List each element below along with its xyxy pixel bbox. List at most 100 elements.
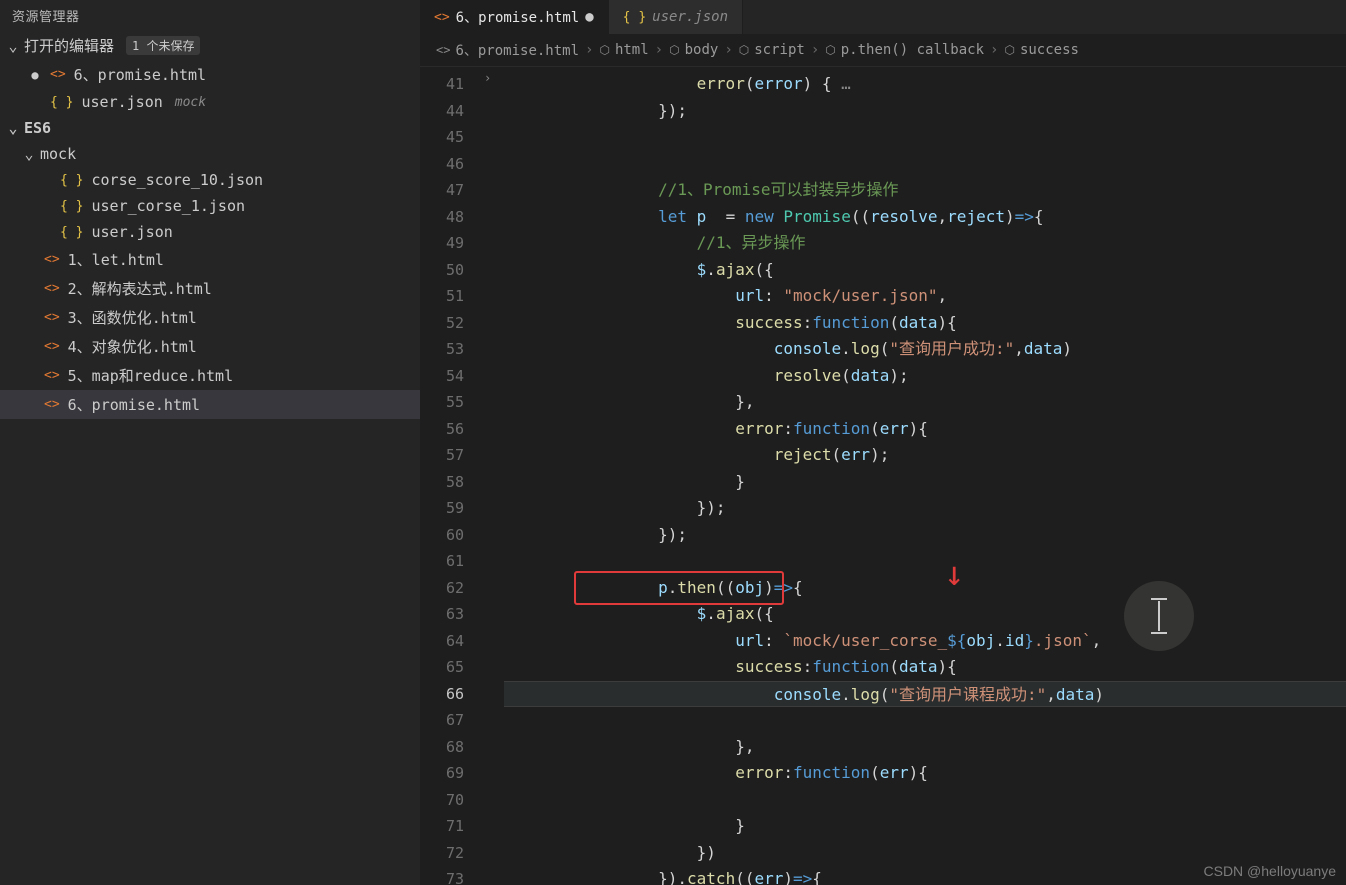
file-label: 6、promise.html [74, 64, 206, 85]
code-line[interactable]: //1、Promise可以封装异步操作 [504, 177, 1346, 204]
breadcrumb-item[interactable]: ⬡p.then() callback [825, 42, 984, 58]
code-line[interactable]: url: "mock/user.json", [504, 283, 1346, 310]
code-line[interactable]: resolve(data); [504, 363, 1346, 390]
line-number: 47 [420, 177, 484, 204]
file-item[interactable]: <>3、函数优化.html [0, 303, 420, 332]
breadcrumb-item[interactable]: ⬡html [599, 42, 648, 58]
fold-slot[interactable] [484, 628, 504, 655]
breadcrumbs[interactable]: <>6、promise.html›⬡html›⬡body›⬡script›⬡p.… [420, 34, 1346, 67]
file-item[interactable]: <>1、let.html [0, 245, 420, 274]
fold-slot[interactable] [484, 787, 504, 814]
code-line[interactable]: p.then((obj)=>{ [504, 575, 1346, 602]
fold-slot[interactable] [484, 124, 504, 151]
fold-slot[interactable] [484, 522, 504, 549]
fold-slot[interactable] [484, 866, 504, 885]
fold-slot[interactable] [484, 654, 504, 681]
code-line[interactable]: console.log("查询用户成功:",data) [504, 336, 1346, 363]
code-line[interactable]: $.ajax({ [504, 257, 1346, 284]
fold-slot[interactable] [484, 363, 504, 390]
editor-tab[interactable]: <>6、promise.html● [420, 0, 609, 34]
code-line[interactable] [504, 548, 1346, 575]
fold-slot[interactable] [484, 601, 504, 628]
code-line[interactable]: }); [504, 522, 1346, 549]
html-icon: <> [44, 397, 60, 412]
file-label: 1、let.html [68, 249, 164, 270]
fold-slot[interactable] [484, 840, 504, 867]
chevron-right-icon: › [722, 42, 734, 58]
fold-slot[interactable] [484, 257, 504, 284]
code-line[interactable]: } [504, 813, 1346, 840]
fold-slot[interactable] [484, 813, 504, 840]
file-item[interactable]: <>6、promise.html [0, 390, 420, 419]
code-line[interactable]: success:function(data){ [504, 654, 1346, 681]
code-line[interactable]: }, [504, 389, 1346, 416]
fold-slot[interactable] [484, 151, 504, 178]
fold-slot[interactable] [484, 230, 504, 257]
code-line[interactable]: error:function(err){ [504, 760, 1346, 787]
code-line[interactable]: } [504, 469, 1346, 496]
fold-slot[interactable] [484, 389, 504, 416]
html-icon: <> [44, 310, 60, 325]
json-icon: { } [60, 199, 83, 214]
folder-mock-header[interactable]: ⌄ mock [0, 141, 420, 167]
fold-slot[interactable] [484, 495, 504, 522]
open-editors-section-header[interactable]: ⌄ 打开的编辑器 1 个未保存 [0, 31, 420, 60]
code-line[interactable]: //1、异步操作 [504, 230, 1346, 257]
chevron-right-icon: › [988, 42, 1000, 58]
code-content[interactable]: error(error) { … }); //1、Promise可以封装异步操作… [504, 67, 1346, 885]
code-line[interactable]: }); [504, 98, 1346, 125]
code-line[interactable]: }); [504, 495, 1346, 522]
fold-slot[interactable] [484, 548, 504, 575]
file-item[interactable]: <>4、对象优化.html [0, 332, 420, 361]
breadcrumb-item[interactable]: <>6、promise.html [436, 40, 579, 60]
code-line[interactable] [504, 151, 1346, 178]
code-line[interactable] [504, 124, 1346, 151]
fold-slot[interactable] [484, 469, 504, 496]
code-editor[interactable]: 4144454647484950515253545556575859606162… [420, 67, 1346, 885]
file-item[interactable]: <>2、解构表达式.html [0, 274, 420, 303]
fold-slot[interactable] [484, 310, 504, 337]
breadcrumb-label: p.then() callback [841, 42, 984, 58]
fold-slot[interactable] [484, 575, 504, 602]
fold-slot[interactable] [484, 336, 504, 363]
code-line[interactable]: let p = new Promise((resolve,reject)=>{ [504, 204, 1346, 231]
line-number: 71 [420, 813, 484, 840]
file-item[interactable]: <>5、map和reduce.html [0, 361, 420, 390]
fold-column[interactable]: › [484, 67, 504, 885]
fold-slot[interactable]: › [484, 71, 504, 98]
file-item[interactable]: { }user_corse_1.json [0, 193, 420, 219]
breadcrumb-item[interactable]: ⬡script [739, 42, 805, 58]
fold-slot[interactable] [484, 283, 504, 310]
code-line[interactable]: error:function(err){ [504, 416, 1346, 443]
line-number-gutter: 4144454647484950515253545556575859606162… [420, 67, 484, 885]
folder-root-header[interactable]: ⌄ ES6 [0, 115, 420, 141]
fold-slot[interactable] [484, 681, 504, 708]
code-line[interactable]: console.log("查询用户课程成功:",data) [504, 681, 1346, 708]
fold-slot[interactable] [484, 442, 504, 469]
breadcrumb-item[interactable]: ⬡success [1004, 42, 1079, 58]
code-line[interactable]: error(error) { … [504, 71, 1346, 98]
open-editors-label: 打开的编辑器 [24, 35, 114, 56]
fold-slot[interactable] [484, 707, 504, 734]
open-editor-item[interactable]: { }user.jsonmock [0, 89, 420, 115]
fold-slot[interactable] [484, 204, 504, 231]
breadcrumb-item[interactable]: ⬡body [669, 42, 718, 58]
file-item[interactable]: { }corse_score_10.json [0, 167, 420, 193]
code-line[interactable]: reject(err); [504, 442, 1346, 469]
line-number: 52 [420, 310, 484, 337]
code-line[interactable]: }, [504, 734, 1346, 761]
code-line[interactable] [504, 787, 1346, 814]
editor-tab[interactable]: { }user.json [609, 0, 743, 34]
line-number: 62 [420, 575, 484, 602]
code-line[interactable] [504, 707, 1346, 734]
fold-slot[interactable] [484, 760, 504, 787]
code-line[interactable]: $.ajax({ [504, 601, 1346, 628]
open-editor-item[interactable]: ●<>6、promise.html [0, 60, 420, 89]
fold-slot[interactable] [484, 734, 504, 761]
code-line[interactable]: url: `mock/user_corse_${obj.id}.json`, [504, 628, 1346, 655]
code-line[interactable]: success:function(data){ [504, 310, 1346, 337]
file-item[interactable]: { }user.json [0, 219, 420, 245]
fold-slot[interactable] [484, 98, 504, 125]
fold-slot[interactable] [484, 177, 504, 204]
fold-slot[interactable] [484, 416, 504, 443]
